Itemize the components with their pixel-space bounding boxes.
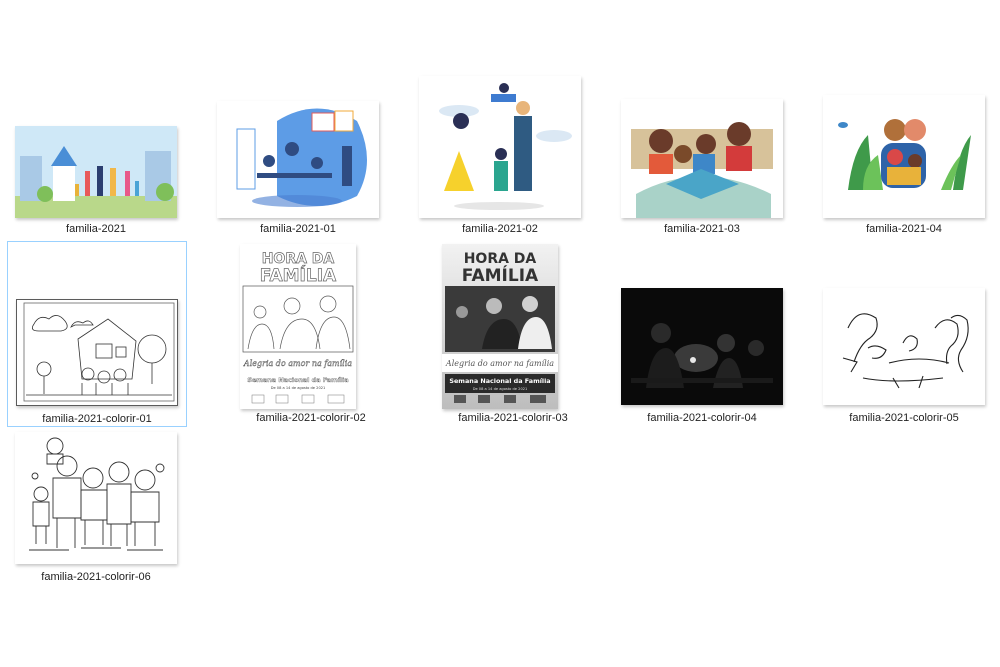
poster-event: Semana Nacional da Família <box>449 377 550 385</box>
file-name: familia-2021-04 <box>866 223 942 235</box>
file-name: familia-2021 <box>66 223 126 235</box>
file-name: familia-2021-02 <box>462 223 538 235</box>
file-item-selected[interactable]: familia-2021-colorir-01 <box>7 241 187 427</box>
file-item[interactable]: HORA DA FAMÍLIA Alegria do amor na famíl… <box>432 241 594 427</box>
image-thumbnail <box>217 101 379 218</box>
image-thumbnail <box>15 126 177 218</box>
image-thumbnail: HORA DA FAMÍLIA Alegria do amor na famíl… <box>240 244 356 409</box>
file-item[interactable]: familia-2021-02 <box>409 73 591 241</box>
poster-title-line1: HORA DA <box>464 251 537 267</box>
file-item[interactable]: familia-2021-01 <box>207 93 389 241</box>
file-item[interactable]: familia-2021-colorir-06 <box>5 427 187 587</box>
poster-title-line2: FAMÍLIA <box>462 264 539 286</box>
file-item[interactable]: familia-2021 <box>5 93 187 241</box>
image-thumbnail <box>621 288 783 405</box>
file-name: familia-2021-colorir-03 <box>458 412 568 424</box>
file-item[interactable]: familia-2021-colorir-05 <box>813 241 995 427</box>
poster-title-line1: HORA DA <box>262 251 335 267</box>
file-name: familia-2021-01 <box>260 223 336 235</box>
file-explorer-view: { "files": [ {"name": "familia-2021"}, {… <box>0 0 1000 667</box>
image-thumbnail <box>16 299 178 406</box>
file-name: familia-2021-colorir-04 <box>647 412 757 424</box>
file-item[interactable]: familia-2021-03 <box>611 93 793 241</box>
poster-title-line2: FAMÍLIA <box>260 264 337 286</box>
poster-slogan: Alegria do amor na família <box>243 359 352 368</box>
file-item[interactable]: familia-2021-colorir-04 <box>611 241 793 427</box>
file-name: familia-2021-colorir-02 <box>256 412 366 424</box>
image-thumbnail <box>823 95 985 218</box>
file-name: familia-2021-colorir-01 <box>42 413 152 425</box>
poster-slogan: Alegria do amor na família <box>445 359 554 368</box>
poster-event: Semana Nacional da Família <box>247 376 348 384</box>
image-thumbnail <box>823 288 985 405</box>
image-thumbnail: HORA DA FAMÍLIA Alegria do amor na famíl… <box>442 244 558 409</box>
image-thumbnail <box>621 99 783 218</box>
file-item[interactable]: familia-2021-04 <box>813 93 995 241</box>
image-thumbnail <box>15 432 177 564</box>
file-name: familia-2021-03 <box>664 223 740 235</box>
poster-dates: De 08 a 14 de agosto de 2021 <box>271 386 326 390</box>
file-name: familia-2021-colorir-06 <box>41 571 151 583</box>
image-thumbnail <box>419 76 581 218</box>
file-name: familia-2021-colorir-05 <box>849 412 959 424</box>
poster-dates: De 08 a 14 de agosto de 2021 <box>473 387 528 391</box>
file-item[interactable]: HORA DA FAMÍLIA Alegria do amor na famíl… <box>230 241 392 427</box>
